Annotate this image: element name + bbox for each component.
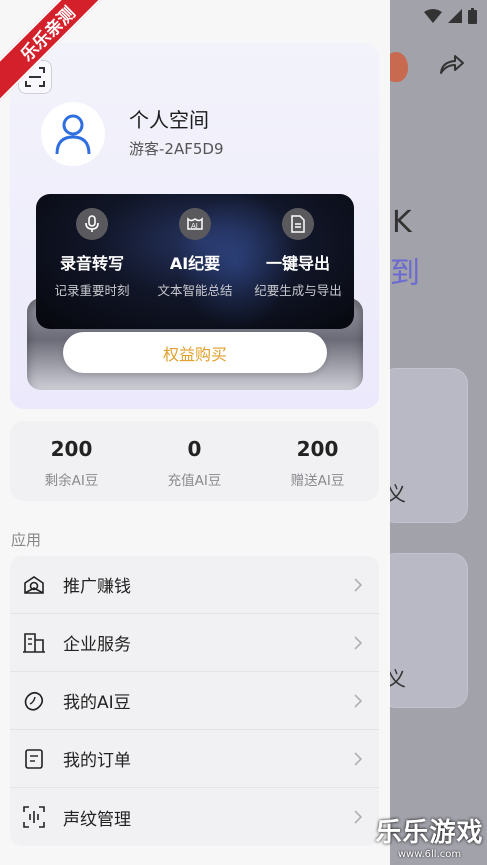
feature-subtitle: 记录重要时刻 [54, 283, 130, 298]
stat-label: 充值AI豆 [167, 473, 222, 489]
signal-icon [448, 9, 462, 23]
watermark-url: www.6ll.com [397, 849, 462, 860]
microphone-icon [76, 208, 108, 240]
feature-panel: 录音转写 记录重要时刻 AI AI纪要 文本智能总结 一键导出 纪要生成与导出 [36, 194, 354, 329]
stat-value: 200 [50, 437, 93, 461]
menu-label: 声纹管理 [63, 809, 131, 830]
username: 游客-2AF5D9 [129, 140, 224, 158]
feature-export[interactable]: 一键导出 纪要生成与导出 [245, 208, 351, 299]
bean-icon [24, 691, 44, 711]
feature-subtitle: 纪要生成与导出 [254, 283, 342, 298]
status-bar [390, 0, 487, 32]
menu-item-orders[interactable]: 我的订单 [10, 730, 379, 788]
feature-subtitle: 文本智能总结 [157, 283, 233, 298]
menu-label: 推广赚钱 [63, 577, 131, 597]
feature-title: AI纪要 [169, 254, 221, 273]
feature-title: 一键导出 [265, 254, 330, 273]
feature-title: 录音转写 [59, 254, 124, 273]
feature-recording[interactable]: 录音转写 记录重要时刻 [39, 208, 145, 299]
chevron-right-icon [354, 751, 363, 766]
svg-text:AI: AI [191, 222, 198, 230]
voiceprint-icon [23, 806, 45, 828]
stats-card: 200 剩余AI豆 0 充值AI豆 200 赠送AI豆 [10, 421, 379, 501]
background-text: 到 [390, 256, 420, 291]
avatar[interactable] [41, 102, 105, 166]
buy-benefits-button[interactable]: 权益购买 [63, 332, 327, 373]
user-icon [55, 114, 91, 155]
stat-label: 赠送AI豆 [290, 473, 345, 489]
profile-title: 个人空间 [129, 108, 209, 132]
menu-item-promote[interactable]: 推广赚钱 [10, 556, 379, 614]
menu-item-enterprise[interactable]: 企业服务 [10, 614, 379, 672]
building-icon [23, 632, 45, 653]
background-text: K [392, 205, 412, 240]
ai-summary-icon: AI [179, 208, 211, 240]
watermark-logo: 乐乐游戏 www.6ll.com [372, 812, 487, 865]
battery-icon [468, 8, 477, 24]
stat-label: 剩余AI豆 [44, 473, 99, 489]
export-document-icon [282, 208, 314, 240]
stat-gifted: 200 赠送AI豆 [256, 437, 379, 489]
share-icon[interactable] [438, 52, 466, 76]
app-menu: 推广赚钱 企业服务 我的AI豆 我的订单 声纹管理 [10, 556, 379, 846]
chevron-right-icon [354, 810, 363, 824]
chevron-right-icon [354, 693, 363, 708]
menu-label: 我的订单 [63, 751, 131, 771]
chevron-right-icon [354, 577, 363, 592]
stat-remaining: 200 剩余AI豆 [10, 437, 133, 489]
chevron-right-icon [354, 635, 363, 650]
stat-value: 200 [296, 437, 339, 461]
menu-item-voiceprint[interactable]: 声纹管理 [10, 788, 379, 846]
order-icon [25, 748, 43, 769]
side-drawer: 个人空间 游客-2AF5D9 录音转写 记录重要时刻 AI AI纪要 文本智能总… [0, 0, 390, 865]
feature-ai-summary[interactable]: AI AI纪要 文本智能总结 [142, 208, 248, 299]
menu-label: 我的AI豆 [63, 693, 131, 713]
promote-earn-icon [24, 575, 44, 594]
watermark-text: 乐乐游戏 [375, 818, 484, 848]
stat-recharged: 0 充值AI豆 [133, 437, 256, 489]
menu-label: 企业服务 [63, 635, 131, 655]
stat-value: 0 [187, 437, 202, 461]
section-label: 应用 [11, 531, 42, 549]
menu-item-ai-beans[interactable]: 我的AI豆 [10, 672, 379, 730]
wifi-icon [424, 9, 442, 23]
